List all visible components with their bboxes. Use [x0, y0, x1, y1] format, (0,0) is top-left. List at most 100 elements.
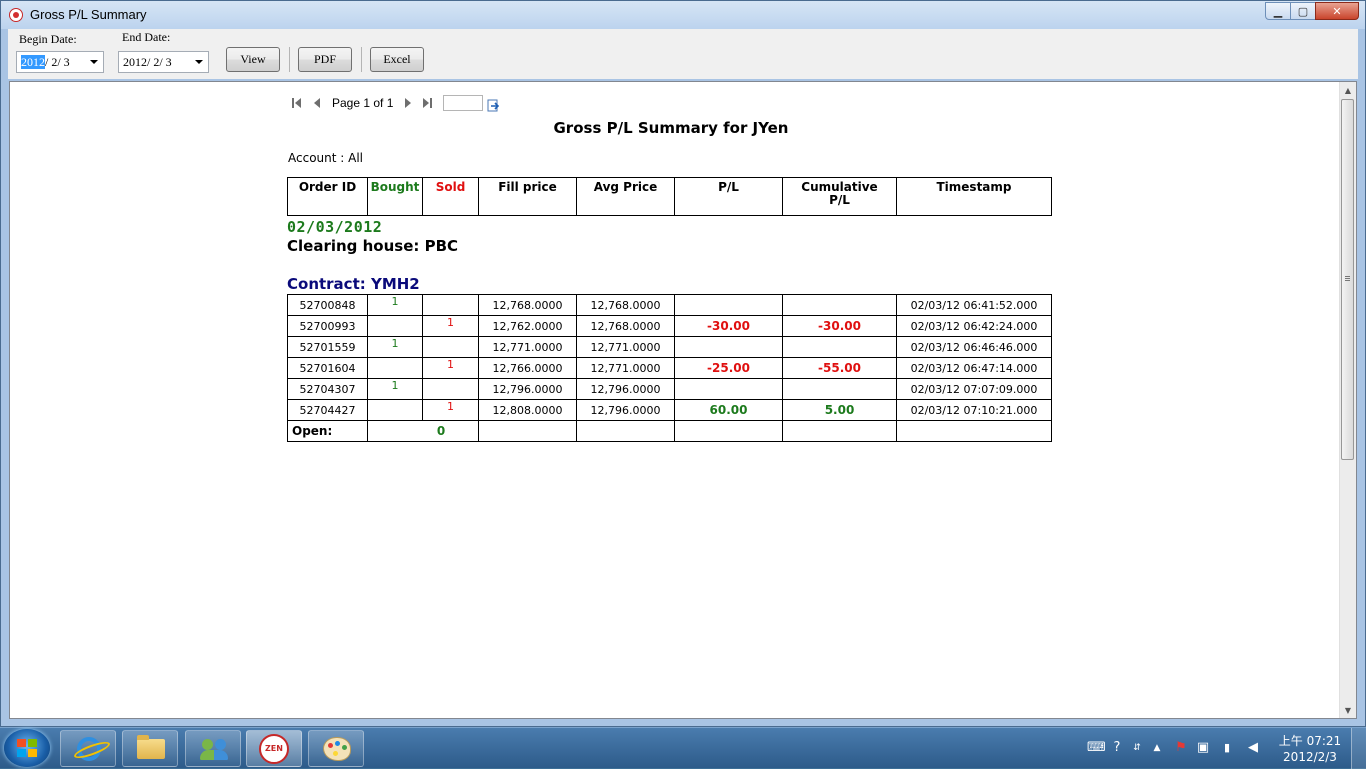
- view-button[interactable]: View: [226, 47, 280, 72]
- begin-date-rest[interactable]: / 2/ 3: [45, 55, 70, 69]
- cell-sold: [422, 378, 479, 400]
- cell-sold: 1: [422, 399, 479, 421]
- empty-cell: [674, 420, 783, 442]
- cell-pl: -30.00: [674, 315, 783, 337]
- report-pager: Page 1 of 1: [292, 94, 500, 112]
- col-header-pl: P/L: [674, 177, 783, 216]
- cell-sold: 1: [422, 315, 479, 337]
- next-page-icon[interactable]: [403, 97, 414, 109]
- cell-cum-pl: [782, 294, 897, 316]
- cell-sold: [422, 294, 479, 316]
- vertical-scrollbar[interactable]: ▲ ▼: [1339, 82, 1356, 718]
- page-indicator: Page 1 of 1: [332, 96, 394, 110]
- report-title: Gross P/L Summary for JYen: [553, 119, 789, 137]
- empty-cell: [782, 420, 897, 442]
- col-header-avg-price: Avg Price: [576, 177, 675, 216]
- clearing-house-heading: Clearing house: PBC: [287, 237, 459, 255]
- start-button[interactable]: [4, 729, 50, 767]
- taskbar: ⌨ ? ⇵ ▲ ⚑ ▣ ▮ ◀ 上午 07:21 2012/2/3: [0, 727, 1366, 769]
- cell-avg-price: 12,768.0000: [576, 315, 675, 337]
- app-logo-icon: [9, 8, 23, 22]
- cell-bought: 1: [367, 378, 423, 400]
- empty-cell: [576, 420, 675, 442]
- clock-time: 上午 07:21: [1278, 734, 1342, 748]
- cell-pl: -25.00: [674, 357, 783, 379]
- volume-icon[interactable]: ◀: [1245, 740, 1261, 756]
- cell-order-id: 52700993: [287, 315, 368, 337]
- cell-order-id: 52701559: [287, 336, 368, 358]
- clock-date: 2012/2/3: [1283, 750, 1337, 764]
- last-page-icon[interactable]: [423, 97, 434, 109]
- page-number-input[interactable]: [443, 95, 484, 111]
- go-to-page-icon[interactable]: [487, 97, 500, 111]
- table-row: 52700993 1 12,762.0000 12,768.0000 -30.00 -30…: [287, 315, 1052, 337]
- taskbar-messenger[interactable]: [185, 730, 241, 767]
- begin-date-label: Begin Date:: [19, 32, 77, 46]
- toolbar-separator: [361, 47, 362, 72]
- cell-pl: 60.00: [674, 399, 783, 421]
- minimize-button[interactable]: ▁: [1265, 2, 1291, 20]
- global-zen-icon: [259, 734, 289, 764]
- show-hidden-icons-icon[interactable]: ▲: [1149, 740, 1165, 756]
- cell-pl: [674, 294, 783, 316]
- cell-pl: [674, 336, 783, 358]
- system-clock[interactable]: 上午 07:21 2012/2/3: [1276, 733, 1344, 765]
- messenger-icon: [200, 737, 228, 761]
- help-icon[interactable]: ?: [1109, 740, 1125, 756]
- internet-explorer-icon: [77, 737, 101, 761]
- window-controls: ▁ ▢ ✕: [1265, 2, 1359, 20]
- chevron-down-icon[interactable]: [195, 60, 203, 64]
- cell-pl: [674, 378, 783, 400]
- scroll-up-icon[interactable]: ▲: [1340, 82, 1356, 98]
- excel-button[interactable]: Excel: [370, 47, 424, 72]
- pdf-button[interactable]: PDF: [298, 47, 352, 72]
- scrollbar-thumb[interactable]: [1341, 99, 1354, 460]
- empty-cell: [478, 420, 577, 442]
- app-window: Gross P/L Summary ▁ ▢ ✕ Begin Date: 2012…: [0, 0, 1366, 727]
- account-filter: Account : All: [288, 151, 363, 165]
- title-bar[interactable]: Gross P/L Summary ▁ ▢ ✕: [1, 1, 1365, 29]
- report-header-table: Order ID Bought Sold Fill price Avg Pric…: [287, 177, 1052, 216]
- action-center-icon[interactable]: ⚑: [1173, 740, 1189, 756]
- cell-bought: [367, 357, 423, 379]
- cell-timestamp: 02/03/12 06:47:14.000: [896, 357, 1052, 379]
- cell-avg-price: 12,796.0000: [576, 378, 675, 400]
- show-desktop-button[interactable]: [1351, 728, 1366, 769]
- cell-cum-pl: 5.00: [782, 399, 897, 421]
- open-label: Open:: [287, 420, 368, 442]
- cell-avg-price: 12,771.0000: [576, 357, 675, 379]
- col-header-timestamp: Timestamp: [896, 177, 1052, 216]
- cell-bought: [367, 315, 423, 337]
- keyboard-icon[interactable]: ⌨: [1087, 740, 1106, 756]
- cell-avg-price: 12,771.0000: [576, 336, 675, 358]
- col-header-bought: Bought: [367, 177, 423, 216]
- cumulative-line1: Cumulative: [801, 180, 878, 194]
- taskbar-global-zen[interactable]: [246, 730, 302, 767]
- open-value: 0: [367, 420, 479, 442]
- first-page-icon[interactable]: [292, 97, 303, 109]
- end-date-label: End Date:: [122, 30, 171, 44]
- language-icon[interactable]: ⇵: [1129, 740, 1145, 756]
- cell-bought: 1: [367, 336, 423, 358]
- contract-heading: Contract: YMH2: [287, 275, 420, 293]
- cell-avg-price: 12,796.0000: [576, 399, 675, 421]
- cell-cum-pl: -55.00: [782, 357, 897, 379]
- end-date-value[interactable]: 2012/ 2/ 3: [123, 55, 172, 69]
- table-row: 52704307 1 12,796.0000 12,796.0000 02/03/12 …: [287, 378, 1052, 400]
- close-button[interactable]: ✕: [1315, 2, 1359, 20]
- taskbar-file-explorer[interactable]: [122, 730, 178, 767]
- network-icon[interactable]: ▮: [1219, 740, 1235, 756]
- begin-date-picker[interactable]: 2012/ 2/ 3: [16, 51, 104, 73]
- cell-order-id: 52704307: [287, 378, 368, 400]
- taskbar-paint[interactable]: [308, 730, 364, 767]
- device-icon[interactable]: ▣: [1195, 740, 1211, 756]
- end-date-picker[interactable]: 2012/ 2/ 3: [118, 51, 209, 73]
- maximize-button[interactable]: ▢: [1290, 2, 1316, 20]
- taskbar-internet-explorer[interactable]: [60, 730, 116, 767]
- begin-date-year[interactable]: 2012: [21, 55, 45, 69]
- folder-icon: [137, 735, 165, 759]
- toolbar: Begin Date: 2012/ 2/ 3 End Date: 2012/ 2…: [8, 29, 1358, 79]
- previous-page-icon[interactable]: [312, 97, 323, 109]
- chevron-down-icon[interactable]: [90, 60, 98, 64]
- scroll-down-icon[interactable]: ▼: [1340, 702, 1356, 718]
